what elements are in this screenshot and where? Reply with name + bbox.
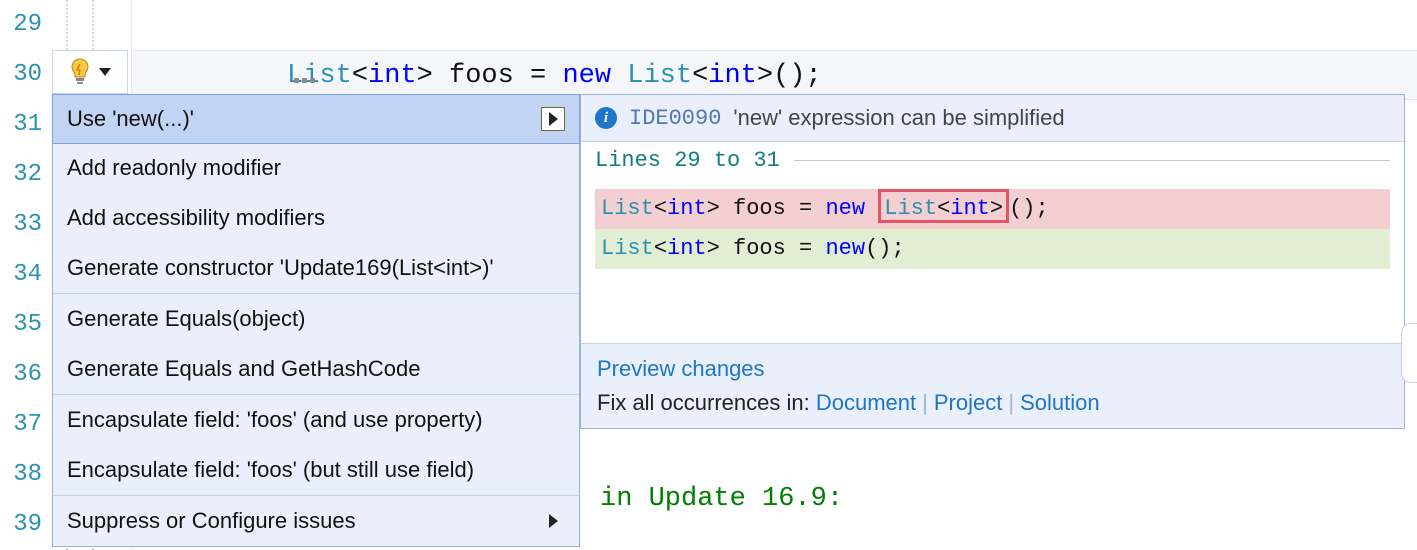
line-number: 38 xyxy=(0,450,48,500)
fix-all-document-link[interactable]: Document xyxy=(816,390,916,415)
quick-action-generate-constructor[interactable]: Generate constructor 'Update169(List<int… xyxy=(53,243,579,293)
preview-header: i IDE0090 'new' expression can be simpli… xyxy=(581,95,1404,142)
diagnostic-message: 'new' expression can be simplified xyxy=(733,105,1064,131)
line-number: 32 xyxy=(0,150,48,200)
line-number-gutter: 29 30 31 32 33 34 35 36 37 38 39 40 xyxy=(0,0,48,550)
info-icon: i xyxy=(595,107,617,129)
fix-all-project-link[interactable]: Project xyxy=(934,390,1002,415)
token-keyword: new xyxy=(562,61,611,91)
preview-footer: Preview changes Fix all occurrences in: … xyxy=(581,343,1404,428)
token-type: List xyxy=(627,61,692,91)
menu-item-label: Generate constructor 'Update169(List<int… xyxy=(67,243,494,293)
quick-action-generate-equals[interactable]: Generate Equals(object) xyxy=(53,294,579,344)
quick-actions-menu: Use 'new(...)' Add readonly modifier Add… xyxy=(52,94,580,547)
line-number: 39 xyxy=(0,500,48,550)
diff-removed-line: List<int> foos = new List<int>(); xyxy=(595,189,1390,229)
line-number: 36 xyxy=(0,350,48,400)
line-number: 35 xyxy=(0,300,48,350)
line-number: 34 xyxy=(0,250,48,300)
quick-action-encapsulate-field[interactable]: Encapsulate field: 'foos' (but still use… xyxy=(53,445,579,495)
token: < xyxy=(352,61,368,91)
menu-item-label: Encapsulate field: 'foos' (and use prope… xyxy=(67,395,483,445)
diff-added-line: List<int> foos = new(); xyxy=(595,229,1390,269)
token-keyword: int xyxy=(368,61,417,91)
token: > foos = xyxy=(417,61,563,91)
diagnostic-id[interactable]: IDE0090 xyxy=(629,106,721,131)
line-number: 29 xyxy=(0,0,48,50)
quick-actions-lightbulb-button[interactable] xyxy=(52,50,128,94)
submenu-indicator-icon xyxy=(541,107,565,131)
menu-item-label: Generate Equals and GetHashCode xyxy=(67,344,420,394)
menu-item-label: Add readonly modifier xyxy=(67,143,281,193)
quick-action-add-accessibility[interactable]: Add accessibility modifiers xyxy=(53,193,579,243)
preview-body: Lines 29 to 31 List<int> foos = new List… xyxy=(581,142,1404,343)
preview-changes-link[interactable]: Preview changes xyxy=(597,356,765,381)
chevron-down-icon xyxy=(99,68,111,76)
menu-item-label: Encapsulate field: 'foos' (but still use… xyxy=(67,445,474,495)
line-number: 33 xyxy=(0,200,48,250)
fix-all-label: Fix all occurrences in: xyxy=(597,390,816,415)
code-suggestion-dots-icon xyxy=(294,78,315,83)
fix-all-solution-link[interactable]: Solution xyxy=(1020,390,1100,415)
token: >(); xyxy=(757,61,822,91)
token xyxy=(611,61,627,91)
token-type: List xyxy=(287,61,352,91)
menu-item-label: Suppress or Configure issues xyxy=(67,496,356,546)
code-line[interactable]: List<int> foos = new List<int>(); xyxy=(132,50,1417,100)
preview-line-range: Lines 29 to 31 xyxy=(595,142,1390,189)
range-label: Lines 29 to 31 xyxy=(595,148,780,173)
token-comment: in Update 16.9: xyxy=(600,484,843,514)
line-number: 31 xyxy=(0,100,48,150)
quick-action-use-new[interactable]: Use 'new(...)' xyxy=(52,94,580,144)
quick-action-generate-equals-hash[interactable]: Generate Equals and GetHashCode xyxy=(53,344,579,394)
diff-removed-highlight: List<int> xyxy=(878,189,1009,223)
quick-action-preview-pane: i IDE0090 'new' expression can be simpli… xyxy=(580,94,1405,429)
quick-action-encapsulate-property[interactable]: Encapsulate field: 'foos' (and use prope… xyxy=(53,395,579,445)
token-keyword: int xyxy=(708,61,757,91)
submenu-indicator-icon xyxy=(541,509,565,533)
token: < xyxy=(692,61,708,91)
menu-item-label: Add accessibility modifiers xyxy=(67,193,325,243)
quick-action-add-readonly[interactable]: Add readonly modifier xyxy=(53,143,579,193)
margin-widget xyxy=(1401,323,1417,383)
line-number: 37 xyxy=(0,400,48,450)
code-line[interactable]: in Update 16.9: xyxy=(600,484,843,514)
lightbulb-icon xyxy=(69,58,91,86)
quick-action-suppress-configure[interactable]: Suppress or Configure issues xyxy=(53,496,579,546)
menu-item-label: Generate Equals(object) xyxy=(67,294,305,344)
line-number: 30 xyxy=(0,50,48,100)
menu-item-label: Use 'new(...)' xyxy=(67,94,194,144)
